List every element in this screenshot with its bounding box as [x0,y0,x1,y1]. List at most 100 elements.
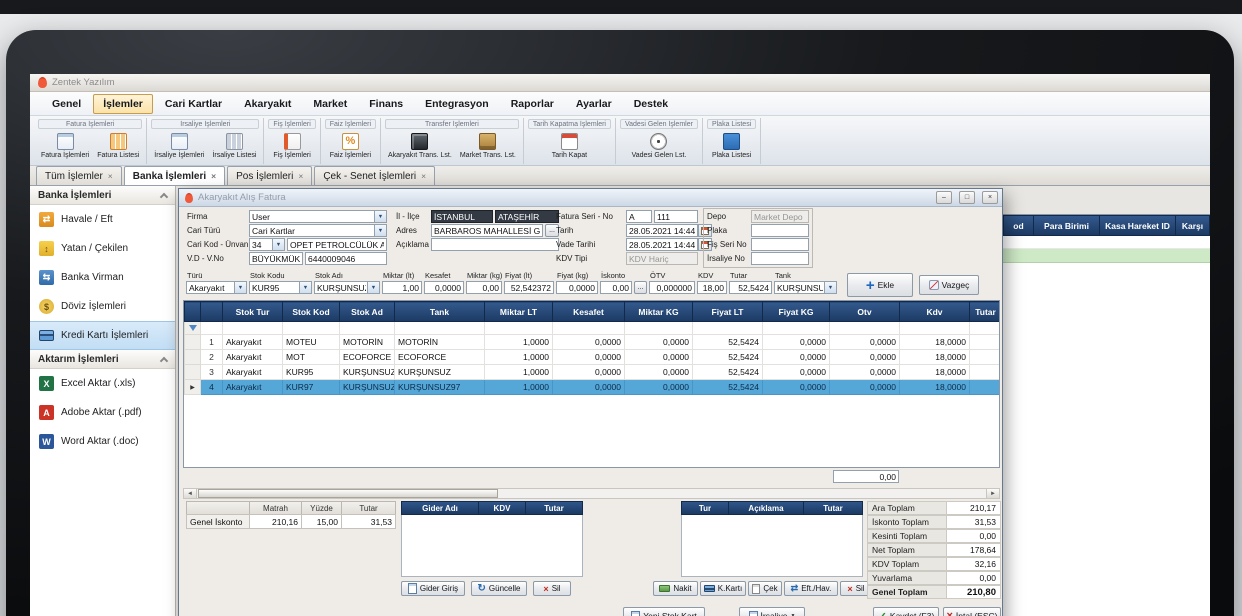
entry-miktar-kg-field[interactable]: 0,00 [466,281,502,294]
aciklama-field[interactable] [431,238,559,251]
entry-tutar-field[interactable]: 52,5424 [729,281,772,294]
tab-banka-islemleri[interactable]: Banka İşlemleri × [124,166,225,185]
grid-cell[interactable] [970,365,1001,380]
tab-close-icon[interactable]: × [298,171,303,181]
grid-header-stok-tur[interactable]: Stok Tur [223,302,283,322]
ribbon-button-faiz-islemleri[interactable]: % Faiz İşlemleri [327,131,374,164]
guncelle-button[interactable]: ↻ Güncelle [471,581,527,596]
grid-cell[interactable]: KURŞUNSUZ [340,365,395,380]
vergi-no-field[interactable]: 6440009046 [305,252,387,265]
menu-destek[interactable]: Destek [624,94,678,114]
maximize-button[interactable]: □ [959,191,975,204]
menu-market[interactable]: Market [303,94,357,114]
menu-raporlar[interactable]: Raporlar [501,94,564,114]
grid-cell[interactable]: 0,0000 [763,365,830,380]
ribbon-button-akaryakit-trans[interactable]: Akaryakıt Trans. Lst. [385,131,455,164]
sidebar-section-banka[interactable]: Banka İşlemleri [30,186,175,205]
genel-iskonto-matrah[interactable]: 210,16 [249,514,302,529]
grid-header-stok-kod[interactable]: Stok Kod [283,302,340,322]
horizontal-scrollbar[interactable]: ◄ ► [183,488,1000,499]
vade-tarihi-field[interactable]: 28.05.2021 14:44 [626,238,698,251]
grid-header-fiyat-lt[interactable]: Fiyat LT [693,302,763,322]
scrollbar-thumb[interactable] [198,489,498,498]
eft-havale-button[interactable]: ⇄ Eft./Hav. [784,581,838,596]
grid-cell[interactable]: 0,0000 [763,350,830,365]
background-grid-row-highlighted[interactable] [1003,249,1210,263]
grid-cell[interactable] [970,380,1001,395]
grid-cell[interactable]: 0,0000 [830,365,900,380]
grid-cell[interactable]: 0,0000 [625,365,693,380]
grid-cell[interactable]: 0,0000 [763,335,830,350]
grid-cell[interactable]: MOTORİN [395,335,485,350]
sidebar-item-havale-eft[interactable]: ⇄ Havale / Eft [30,205,175,234]
sidebar-section-aktarim[interactable]: Aktarım İşlemleri [30,350,175,369]
grid-header-miktar-lt[interactable]: Miktar LT [485,302,553,322]
grid-cell[interactable]: 18,0000 [900,350,970,365]
grid-cell[interactable]: 0,0000 [553,365,625,380]
grid-cell[interactable]: KUR97 [283,380,340,395]
grid-cell[interactable]: 3 [201,365,223,380]
grid-cell[interactable]: Akaryakıt [223,335,283,350]
grid-header-stok-ad[interactable]: Stok Ad [340,302,395,322]
grid-cell[interactable]: 52,5424 [693,380,763,395]
entry-kesafet-field[interactable]: 0,0000 [424,281,464,294]
grid-cell[interactable]: 4 [201,380,223,395]
minimize-button[interactable]: – [936,191,952,204]
nakit-button[interactable]: Nakit [653,581,698,596]
grid-cell[interactable]: 18,0000 [900,365,970,380]
grid-cell[interactable]: ECOFORCE [340,350,395,365]
grid-cell[interactable]: 0,0000 [625,335,693,350]
menu-genel[interactable]: Genel [42,94,91,114]
tab-tum-islemler[interactable]: Tüm İşlemler × [36,166,122,185]
cari-kod-combo[interactable]: 34 ▼ [249,238,285,251]
grid-cell[interactable]: 0,0000 [553,335,625,350]
grid-header-otv[interactable]: Otv [830,302,900,322]
grid-cell[interactable]: 1,0000 [485,335,553,350]
grid-cell[interactable]: 0,0000 [763,380,830,395]
scroll-right-icon[interactable]: ► [986,489,999,498]
grid-cell[interactable] [970,335,1001,350]
tarih-field[interactable]: 28.05.2021 14:44 [626,224,698,237]
grid-cell[interactable]: 0,0000 [625,380,693,395]
filter-cell[interactable] [185,322,201,335]
grid-cell[interactable]: Akaryakıt [223,380,283,395]
ribbon-button-irsaliye-islemleri[interactable]: İrsaliye İşlemleri [151,131,207,164]
entry-stok-adi-combo[interactable]: KURŞUNSUZ ▼ [314,281,380,294]
grid-cell[interactable]: 1 [201,335,223,350]
sidebar-item-kredi-karti-islemleri[interactable]: Kredi Kartı İşlemleri [30,321,175,350]
cek-button[interactable]: Çek [748,581,782,596]
entry-fiyat-lt-field[interactable]: 52,542372 [504,281,554,294]
grid-header-miktar-kg[interactable]: Miktar KG [625,302,693,322]
entry-stok-kodu-combo[interactable]: KUR95 ▼ [249,281,312,294]
sidebar-item-excel-aktar[interactable]: X Excel Aktar (.xls) [30,369,175,398]
genel-iskonto-tutar[interactable]: 31,53 [341,514,396,529]
dropdown-icon[interactable]: ▼ [367,281,380,294]
gider-list-body[interactable] [401,515,583,577]
dropdown-icon[interactable]: ▼ [272,238,285,251]
ekle-button[interactable]: + Ekle [847,273,913,297]
ribbon-button-plaka-listesi[interactable]: Plaka Listesi [709,131,755,164]
grid-header-kdv[interactable]: Kdv [900,302,970,322]
grid-cell[interactable]: KURŞUNSUZ97 [395,380,485,395]
dropdown-icon[interactable]: ▼ [299,281,312,294]
grid-cell[interactable]: 52,5424 [693,365,763,380]
grid-row-selected[interactable]: ▶ 4 Akaryakıt KUR97 KURŞUNSUZ97 KURŞUNSU… [185,380,1001,395]
payment-list-body[interactable] [681,515,863,577]
scroll-left-icon[interactable]: ◄ [184,489,197,498]
grid-cell[interactable]: MOTORİN [340,335,395,350]
grid-cell[interactable]: 1,0000 [485,380,553,395]
sidebar-item-doviz-islemleri[interactable]: $ Döviz İşlemleri [30,292,175,321]
background-grid-header-kasa-hareket-id[interactable]: Kasa Hareket ID [1099,215,1176,236]
ribbon-button-vadesi-gelen[interactable]: Vadesi Gelen Lst. [629,131,690,164]
dropdown-icon[interactable]: ▼ [234,281,247,294]
grid-cell[interactable]: MOTEU [283,335,340,350]
grid-cell[interactable]: 0,0000 [553,380,625,395]
close-button[interactable]: × [982,191,998,204]
plaka-field[interactable] [751,224,809,237]
entry-otv-field[interactable]: 0,000000 [649,281,695,294]
grid-cell[interactable]: 0,0000 [553,350,625,365]
grid-cell[interactable]: 0,0000 [830,380,900,395]
iskonto-more-button[interactable]: ... [634,281,647,294]
yeni-stok-kart-button[interactable]: Yeni Stok Kart [623,607,705,616]
dropdown-icon[interactable]: ▼ [374,224,387,237]
